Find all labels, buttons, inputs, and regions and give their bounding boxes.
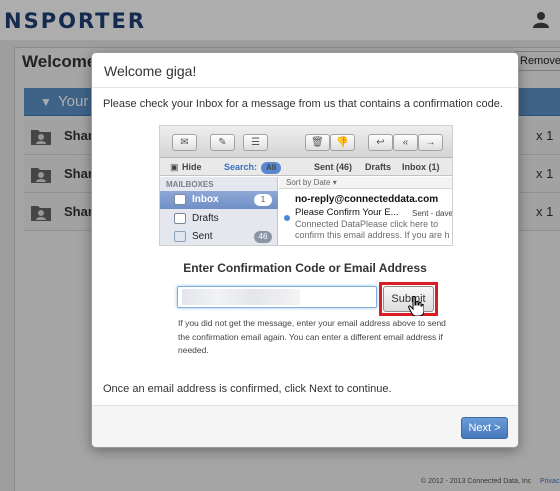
reply-icon: ↩ — [368, 134, 393, 151]
welcome-dialog: Welcome giga! Please check your Inbox fo… — [91, 52, 519, 448]
dialog-footer — [92, 405, 518, 447]
dialog-message: Please check your Inbox for a message fr… — [103, 98, 503, 110]
mailbox-count: 46 — [254, 231, 272, 243]
mail-tab-drafts: Drafts — [365, 162, 392, 172]
mail-tab-hide: Hide — [182, 162, 202, 172]
message-sent-by: Sent - dave — [412, 209, 453, 218]
dialog-header: Welcome giga! — [92, 53, 518, 88]
mail-client-screenshot: ✉ ✎ ☰ 🗑 👎 ↩ « → ▣ Hide Search: All Sent … — [159, 125, 453, 246]
drafts-icon — [174, 213, 186, 224]
help-text: If you did not get the message, enter yo… — [178, 318, 446, 355]
mailbox-sent: Sent 46 — [160, 228, 278, 245]
message-from: no-reply@connecteddata.com — [295, 194, 439, 205]
mail-toolbar: ✉ ✎ ☰ 🗑 👎 ↩ « → — [160, 126, 452, 158]
message-preview-line: confirm this email address. If you are h — [295, 230, 450, 240]
mail-tab-all: All — [261, 162, 282, 174]
sent-icon — [174, 231, 186, 242]
list-view-icon: ☰ — [243, 134, 268, 151]
hide-box-icon: ▣ — [170, 162, 179, 172]
mailbox-label: Sent — [192, 231, 213, 242]
trash-icon: 🗑 — [305, 134, 330, 151]
mailbox-sidebar: MAILBOXES Inbox 1 Drafts Sent 46 — [160, 177, 278, 245]
compose-mail-icon: ✉ — [172, 134, 197, 151]
mail-tabs: ▣ Hide Search: All Sent (46) Drafts Inbo… — [160, 158, 452, 176]
sort-by-date: Sort by Date ▾ — [279, 177, 452, 189]
redacted-value — [182, 289, 300, 305]
confirmation-heading: Enter Confirmation Code or Email Address — [183, 261, 427, 275]
inbox-icon — [174, 194, 186, 205]
unread-dot-icon — [284, 215, 290, 221]
message-list: Sort by Date ▾ no-reply@connecteddata.co… — [279, 177, 453, 245]
next-button[interactable]: Next > — [461, 417, 508, 439]
mail-tab-sent: Sent (46) — [314, 162, 353, 172]
message-preview-line: Connected DataPlease click here to — [295, 219, 439, 229]
reply-all-icon: « — [393, 134, 418, 151]
mailbox-count: 1 — [254, 194, 272, 206]
message-subject: Please Confirm Your E... — [295, 207, 399, 218]
confirm-instructions: Once an email address is confirmed, clic… — [103, 383, 392, 395]
mailbox-drafts: Drafts — [160, 210, 278, 228]
mail-tab-inbox: Inbox (1) — [402, 162, 440, 172]
forward-icon: → — [418, 134, 443, 151]
mailboxes-heading: MAILBOXES — [166, 180, 214, 189]
message-preview: Connected DataPlease click here to confi… — [295, 219, 452, 241]
mail-tab-search: Search: — [224, 162, 258, 172]
mailbox-label: Drafts — [192, 213, 219, 224]
hand-cursor-icon — [408, 296, 424, 316]
new-note-icon: ✎ — [210, 134, 235, 151]
dialog-title: Welcome giga! — [104, 63, 197, 79]
mailbox-inbox: Inbox 1 — [160, 191, 278, 209]
mailbox-label: Inbox — [192, 194, 219, 205]
junk-icon: 👎 — [330, 134, 355, 151]
